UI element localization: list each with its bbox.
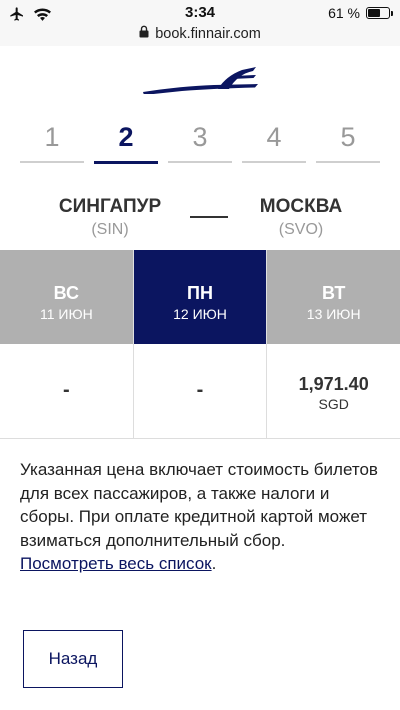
step-4[interactable]: 4 — [242, 118, 306, 164]
price-cell[interactable]: - — [134, 344, 268, 438]
day-tab[interactable]: ВС 11 ИЮН — [0, 250, 134, 344]
progress-steps: 1 2 3 4 5 — [20, 118, 380, 164]
step-5[interactable]: 5 — [316, 118, 380, 164]
step-number: 3 — [192, 122, 208, 152]
step-underline — [242, 161, 306, 163]
price-cell[interactable]: - — [0, 344, 134, 438]
day-weekday: ВТ — [322, 283, 346, 303]
destination-code: (SVO) — [278, 221, 324, 238]
price-currency: SGD — [318, 396, 349, 412]
address-bar[interactable]: book.finnair.com — [0, 25, 400, 42]
price-row: - - 1,971.40 SGD — [0, 344, 400, 439]
battery-fill — [368, 9, 380, 17]
step-underline — [20, 161, 84, 163]
price-info-body: Указанная цена включает стоимость билето… — [20, 460, 378, 550]
origin: СИНГАПУР (SIN) — [45, 196, 175, 239]
step-3[interactable]: 3 — [168, 118, 232, 164]
day-date: 11 ИЮН — [39, 306, 93, 322]
step-underline — [94, 161, 158, 164]
status-bar: 3:34 61 % book.finnair.com — [0, 0, 400, 46]
step-number: 5 — [340, 122, 356, 152]
step-underline — [168, 161, 232, 163]
date-selector: ВС 11 ИЮН ПН 12 ИЮН ВТ 13 ИЮН — [0, 250, 400, 344]
day-date: 13 ИЮН — [306, 306, 361, 322]
url-text: book.finnair.com — [155, 25, 261, 42]
step-number: 4 — [266, 122, 282, 152]
step-1[interactable]: 1 — [20, 118, 84, 164]
price-unavailable: - — [196, 379, 204, 401]
battery-icon — [366, 7, 393, 19]
destination: МОСКВА (SVO) — [236, 196, 366, 239]
step-number: 1 — [44, 122, 60, 152]
price-info-text: Указанная цена включает стоимость билето… — [20, 458, 382, 576]
day-tab[interactable]: ВТ 13 ИЮН — [267, 250, 400, 344]
day-weekday: ПН — [187, 283, 213, 303]
price-info-end: . — [211, 554, 217, 573]
step-number: 2 — [118, 122, 134, 152]
step-underline — [316, 161, 380, 163]
finnair-logo[interactable] — [142, 64, 258, 99]
destination-city: МОСКВА — [259, 196, 343, 217]
step-2[interactable]: 2 — [94, 118, 158, 164]
route-separator — [190, 216, 228, 218]
battery-percent: 61 % — [328, 5, 360, 21]
status-right: 61 % — [328, 5, 393, 21]
lock-icon — [139, 25, 149, 42]
origin-code: (SIN) — [91, 221, 129, 238]
day-tab[interactable]: ПН 12 ИЮН — [133, 250, 268, 344]
price-amount: 1,971.40 — [298, 374, 369, 394]
day-weekday: ВС — [53, 283, 79, 303]
origin-city: СИНГАПУР — [58, 196, 162, 217]
price-cell[interactable]: 1,971.40 SGD — [267, 344, 400, 438]
day-date: 12 ИЮН — [173, 306, 227, 322]
back-button[interactable]: Назад — [23, 630, 123, 688]
view-full-list-link[interactable]: Посмотреть весь список — [20, 554, 212, 573]
price-unavailable: - — [63, 379, 70, 401]
